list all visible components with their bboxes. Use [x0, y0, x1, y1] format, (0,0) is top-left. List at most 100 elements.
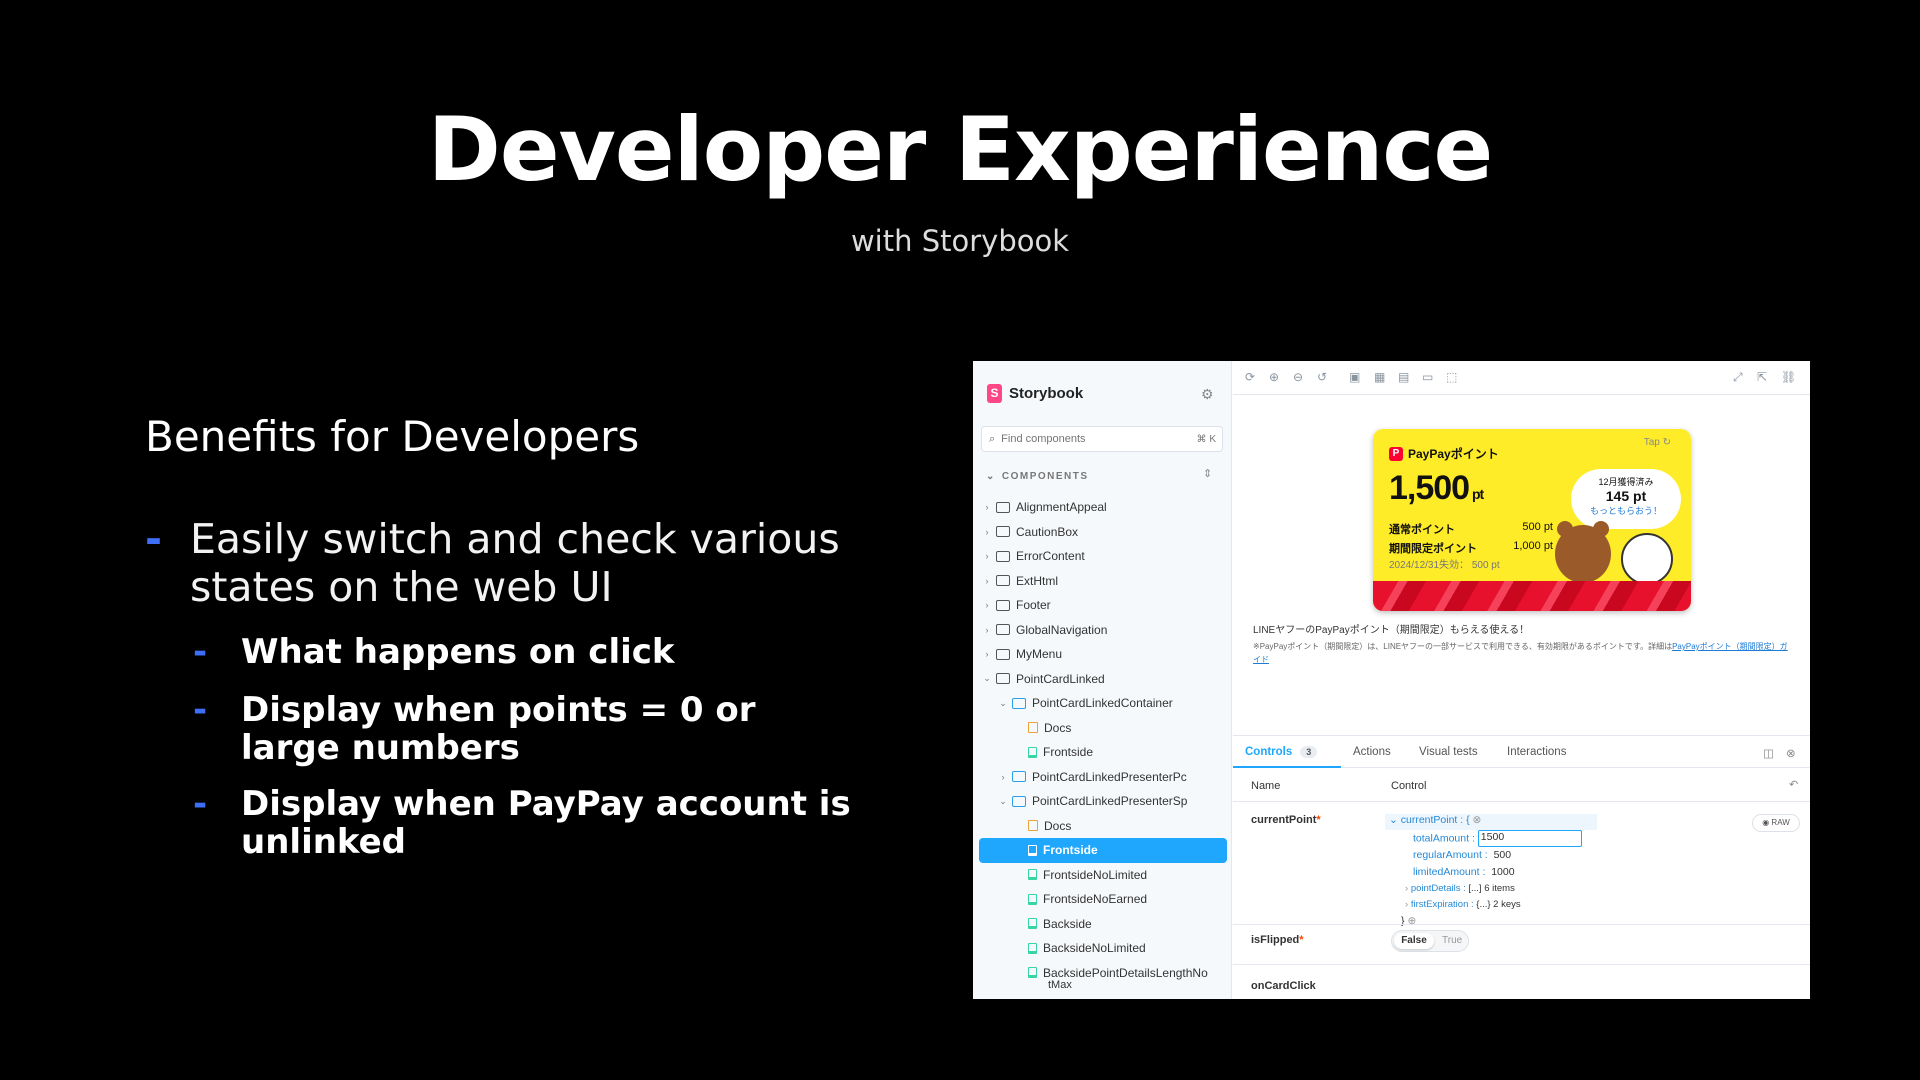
name-column-header: Name [1251, 780, 1281, 792]
tree-item[interactable]: › GlobalNavigation [979, 618, 1227, 643]
regular-amount-row[interactable]: regularAmount : 500 [1413, 849, 1511, 861]
chevron-right-icon[interactable]: › [981, 600, 993, 610]
tree-item[interactable]: Backside [979, 912, 1227, 937]
tree-item[interactable]: › PointCardLinkedPresenterPc [979, 765, 1227, 790]
tab-controls[interactable]: Controls 3 [1245, 746, 1318, 758]
tree-item[interactable]: › CautionBox [979, 520, 1227, 545]
card-amount-unit: pt [1471, 486, 1484, 502]
grid-icon[interactable]: ▦ [1374, 370, 1385, 384]
tab-actions[interactable]: Actions [1353, 746, 1391, 758]
tab-interactions[interactable]: Interactions [1507, 746, 1566, 758]
tree-item-label: Frontside [1043, 745, 1094, 760]
folder-icon [996, 550, 1010, 562]
toggle-true-option[interactable]: True [1442, 935, 1462, 946]
tab-visual-tests[interactable]: Visual tests [1419, 746, 1478, 758]
bubble-title: 12月獲得済み [1598, 477, 1654, 487]
panel-layout-icon[interactable]: ◫ [1763, 746, 1774, 760]
tree-item[interactable]: FrontsideNoLimited [979, 863, 1227, 888]
tree-item[interactable]: FrontsideNoEarned [979, 887, 1227, 912]
chevron-right-icon[interactable]: › [981, 502, 993, 512]
tree-item[interactable]: BacksideNoLimited [979, 936, 1227, 961]
zoom-reset-icon[interactable]: ↺ [1317, 370, 1327, 384]
measure-icon[interactable]: ▭ [1422, 370, 1433, 384]
tree-item-selected[interactable]: Frontside [979, 838, 1227, 863]
object-editor-root[interactable]: ⌄ currentPoint : { ⊗ [1385, 814, 1597, 830]
chevron-right-icon[interactable]: › [981, 625, 993, 635]
background-icon[interactable]: ▣ [1349, 370, 1360, 384]
control-column-header: Control [1391, 780, 1427, 792]
tree-item[interactable]: Frontside [979, 740, 1227, 765]
chevron-down-icon[interactable]: ⌄ [997, 796, 1009, 807]
outline-icon[interactable]: ⬚ [1446, 370, 1457, 384]
card-amount-value: 1,500 [1389, 469, 1470, 507]
copy-link-icon[interactable]: ⛓ [1781, 370, 1796, 384]
tree-item[interactable]: tMax [979, 979, 1227, 991]
regular-key: regularAmount : [1413, 849, 1488, 861]
add-icon[interactable]: ⊕ [1407, 915, 1416, 927]
expand-icon: › [1405, 899, 1409, 910]
tree-item[interactable]: › Footer [979, 593, 1227, 618]
point-details-row[interactable]: › pointDetails : [...] 6 items [1405, 883, 1515, 894]
open-new-tab-icon[interactable]: ⇱ [1757, 370, 1767, 384]
storybook-s-icon: S [987, 384, 1002, 403]
isflipped-boolean-toggle[interactable]: False True [1391, 930, 1469, 952]
zoom-in-icon[interactable]: ⊕ [1269, 370, 1279, 384]
card-decoration [1373, 581, 1691, 611]
storybook-screenshot: S Storybook ⚙ ⌕ ⌘ K ⌄ COMPONENTS ⇕ › Alig… [973, 361, 1810, 999]
tree-item[interactable]: › MyMenu [979, 642, 1227, 667]
tree-item[interactable]: ⌄ PointCardLinkedContainer [979, 691, 1227, 716]
tree-item-label: ExtHtml [1016, 573, 1058, 588]
folder-icon [996, 624, 1010, 636]
chevron-right-icon[interactable]: › [997, 772, 1009, 782]
prop-name-next: onCardClick [1251, 980, 1316, 992]
tree-item-label: PointCardLinkedPresenterSp [1032, 794, 1188, 809]
bubble-more: もっともらおう！ [1589, 506, 1662, 516]
zoom-out-icon[interactable]: ⊖ [1293, 370, 1303, 384]
storybook-logo[interactable]: S Storybook [987, 384, 1083, 403]
fullscreen-icon[interactable]: ⤢ [1733, 370, 1743, 385]
details-key: pointDetails : [1410, 883, 1466, 894]
tree-item-label: FrontsideNoEarned [1043, 892, 1148, 907]
chevron-right-icon[interactable]: › [981, 649, 993, 659]
expand-icon: › [1405, 883, 1409, 894]
remove-icon[interactable]: ⊗ [1473, 814, 1482, 826]
tree-item-label: tMax [1048, 979, 1072, 991]
bear-character-icon [1555, 521, 1611, 583]
tree-item-label: GlobalNavigation [1016, 622, 1108, 637]
chevron-right-icon[interactable]: › [981, 576, 993, 586]
total-amount-input[interactable]: 1500 [1477, 830, 1582, 847]
expand-collapse-icon[interactable]: ⇕ [1203, 467, 1212, 480]
limited-amount-row[interactable]: limitedAmount : 1000 [1413, 866, 1515, 878]
description-headline: LINEヤフーのPayPayポイント（期間限定）もらえる使える！ [1253, 625, 1530, 636]
component-icon [1012, 771, 1026, 783]
tree-item[interactable]: Docs [979, 814, 1227, 839]
tree-item[interactable]: › ErrorContent [979, 544, 1227, 569]
components-section-header[interactable]: ⌄ COMPONENTS [986, 471, 1089, 482]
raw-toggle-button[interactable]: ◉ RAW [1752, 814, 1800, 832]
reset-icon[interactable]: ↶ [1789, 778, 1798, 791]
chevron-right-icon[interactable]: › [981, 527, 993, 537]
tree-item[interactable]: Docs [979, 716, 1227, 741]
chevron-right-icon[interactable]: › [981, 551, 993, 561]
point-card[interactable]: P PayPayポイント Tap ↻ 1,500 pt 通常ポイント 500 p… [1373, 429, 1691, 611]
viewport-icon[interactable]: ▤ [1398, 370, 1409, 384]
chevron-down-icon[interactable]: ⌄ [997, 698, 1009, 709]
tree-item[interactable]: › AlignmentAppeal [979, 495, 1227, 520]
toggle-false-option[interactable]: False [1394, 933, 1434, 949]
bullet-dash: - [145, 515, 163, 563]
tree-item[interactable]: › ExtHtml [979, 569, 1227, 594]
storybook-brand: Storybook [1009, 385, 1084, 402]
bookmark-icon [1028, 967, 1037, 979]
chevron-down-icon[interactable]: ⌄ [981, 673, 993, 684]
close-icon[interactable]: ⊗ [1786, 746, 1796, 760]
search-input[interactable] [1001, 433, 1197, 445]
gear-icon[interactable]: ⚙ [1201, 386, 1214, 403]
reload-icon[interactable]: ⟳ [1245, 370, 1255, 384]
tab-controls-label: Controls [1245, 746, 1293, 758]
first-expiration-row[interactable]: › firstExpiration : {...} 2 keys [1405, 899, 1521, 910]
document-icon [1028, 722, 1038, 734]
tree-item[interactable]: ⌄ PointCardLinked [979, 667, 1227, 692]
search-box[interactable]: ⌕ ⌘ K [981, 426, 1223, 452]
tree-item[interactable]: ⌄ PointCardLinkedPresenterSp [979, 789, 1227, 814]
collapse-icon[interactable]: ⌄ [1389, 814, 1398, 826]
